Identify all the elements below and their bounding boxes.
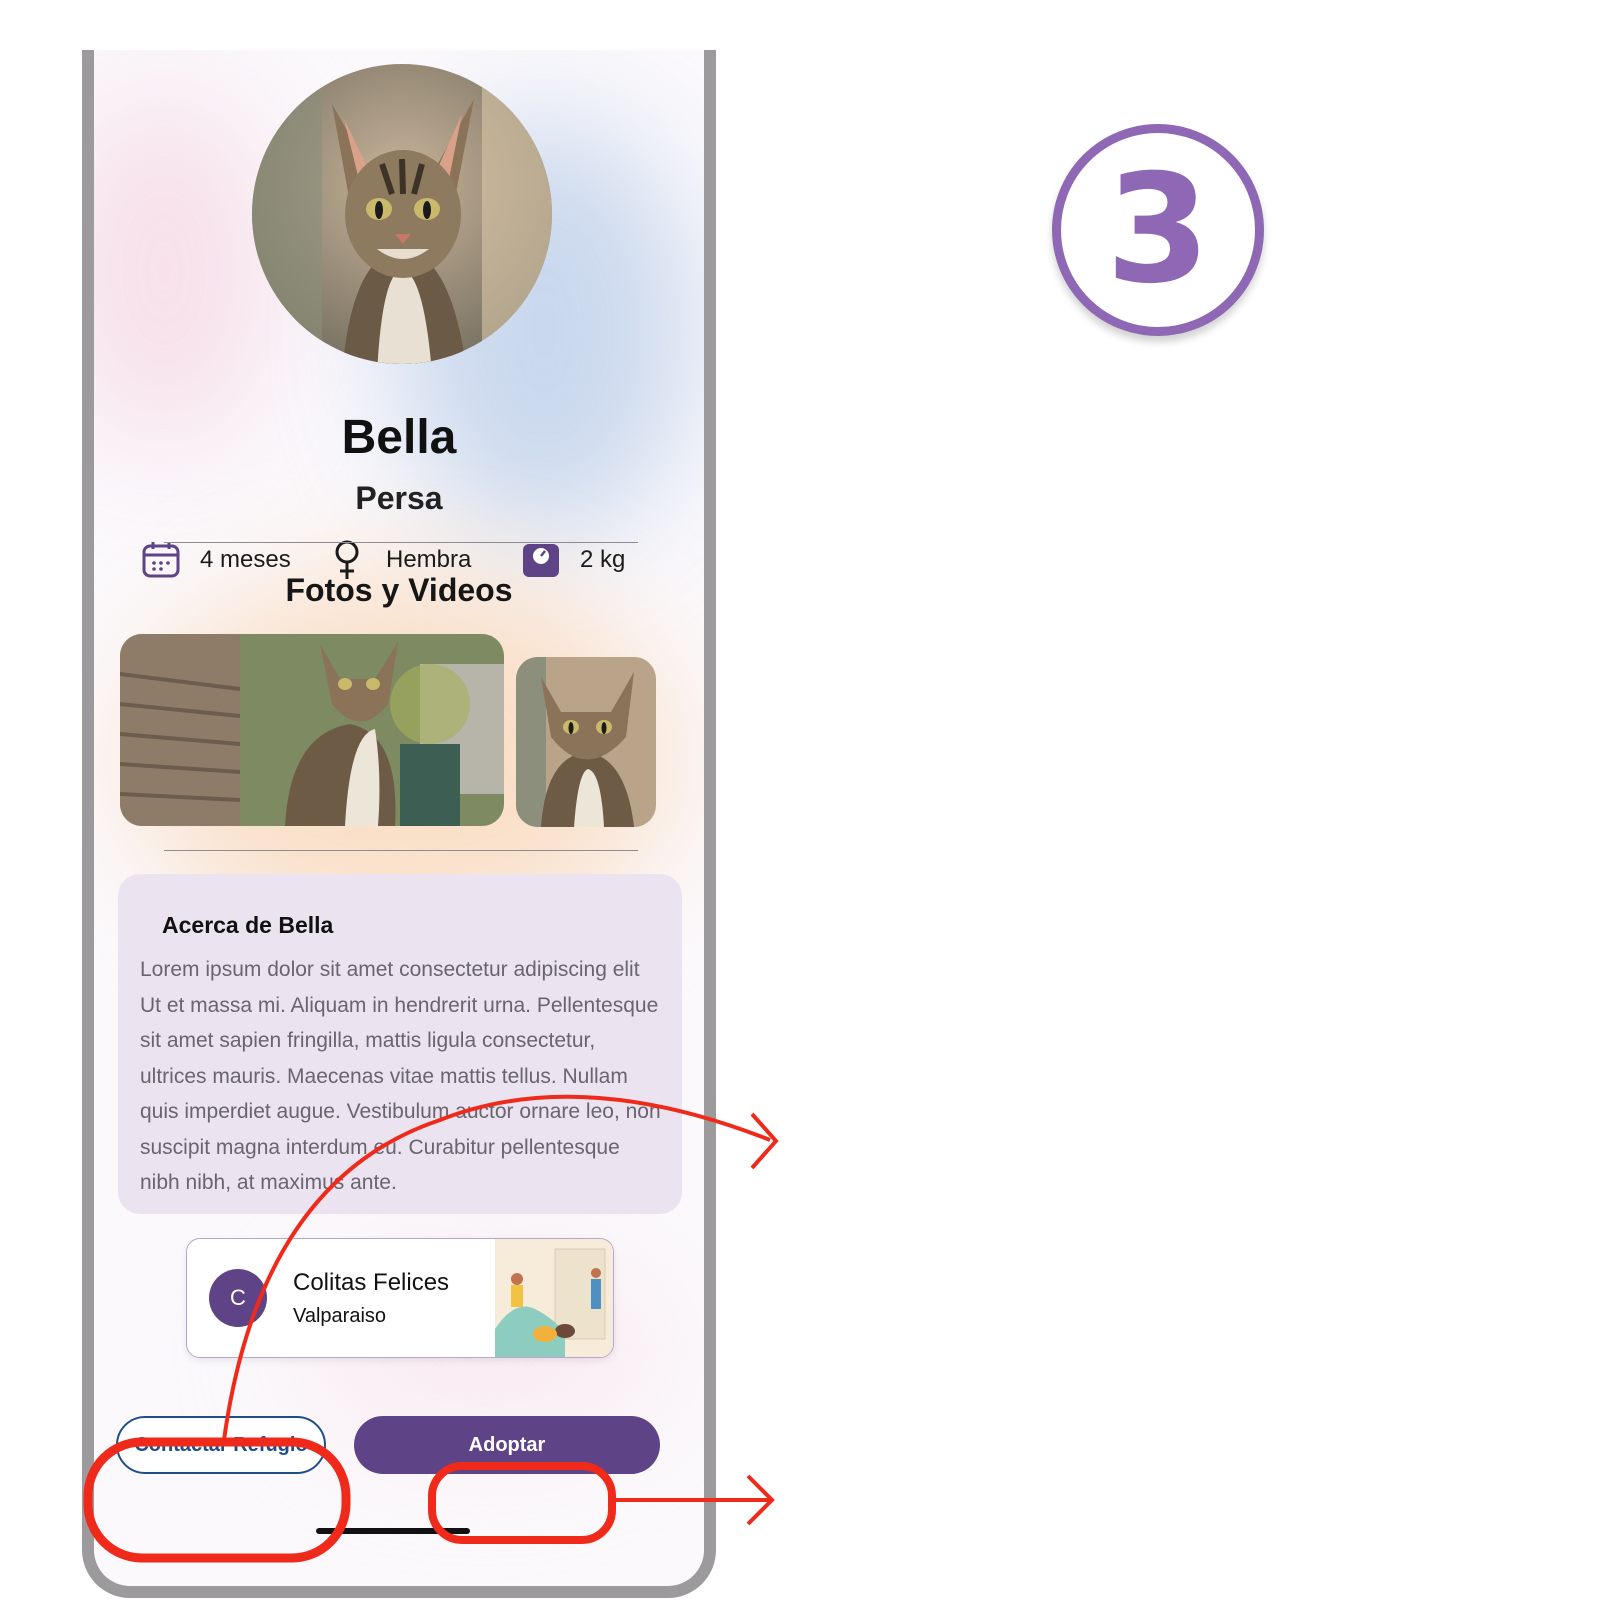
home-indicator (316, 1528, 470, 1534)
sex-value: Hembra (386, 546, 472, 573)
gallery-photo-1[interactable] (120, 634, 504, 826)
shelter-name: Colitas Felices (293, 1269, 450, 1296)
shelter-avatar: C (209, 1269, 267, 1327)
pet-name: Bella (341, 411, 457, 464)
adopt-button[interactable]: Adoptar (354, 1416, 660, 1474)
gallery-title: Fotos y Videos (285, 572, 513, 608)
step-number-badge: 3 (1052, 124, 1264, 336)
about-title: Acerca de Bella (162, 912, 334, 938)
pet-profile-screen: Bella Persa 4 meses Hembra 2 kg Fotos y … (94, 50, 704, 1586)
pet-profile-photo (252, 64, 552, 364)
weight-value: 2 kg (580, 546, 626, 573)
divider (164, 850, 638, 851)
divider (164, 542, 638, 543)
arrow-head (750, 1112, 779, 1170)
arrow-head (746, 1474, 775, 1526)
about-card: Acerca de Bella Lorem ipsum dolor sit am… (118, 874, 682, 1214)
age-value: 4 meses (200, 546, 291, 573)
shelter-illustration (495, 1239, 613, 1357)
background-blob (94, 90, 274, 450)
about-text: Lorem ipsum dolor sit amet consectetur a… (140, 958, 661, 1194)
shelter-city: Valparaiso (293, 1305, 387, 1327)
gallery-photo-2[interactable] (516, 657, 656, 827)
phone-frame: Bella Persa 4 meses Hembra 2 kg Fotos y … (82, 50, 716, 1598)
shelter-card[interactable]: C Colitas Felices Valparaiso (186, 1238, 614, 1358)
pet-breed: Persa (355, 480, 443, 516)
contact-shelter-button[interactable]: Contactar Refugio (116, 1416, 326, 1474)
